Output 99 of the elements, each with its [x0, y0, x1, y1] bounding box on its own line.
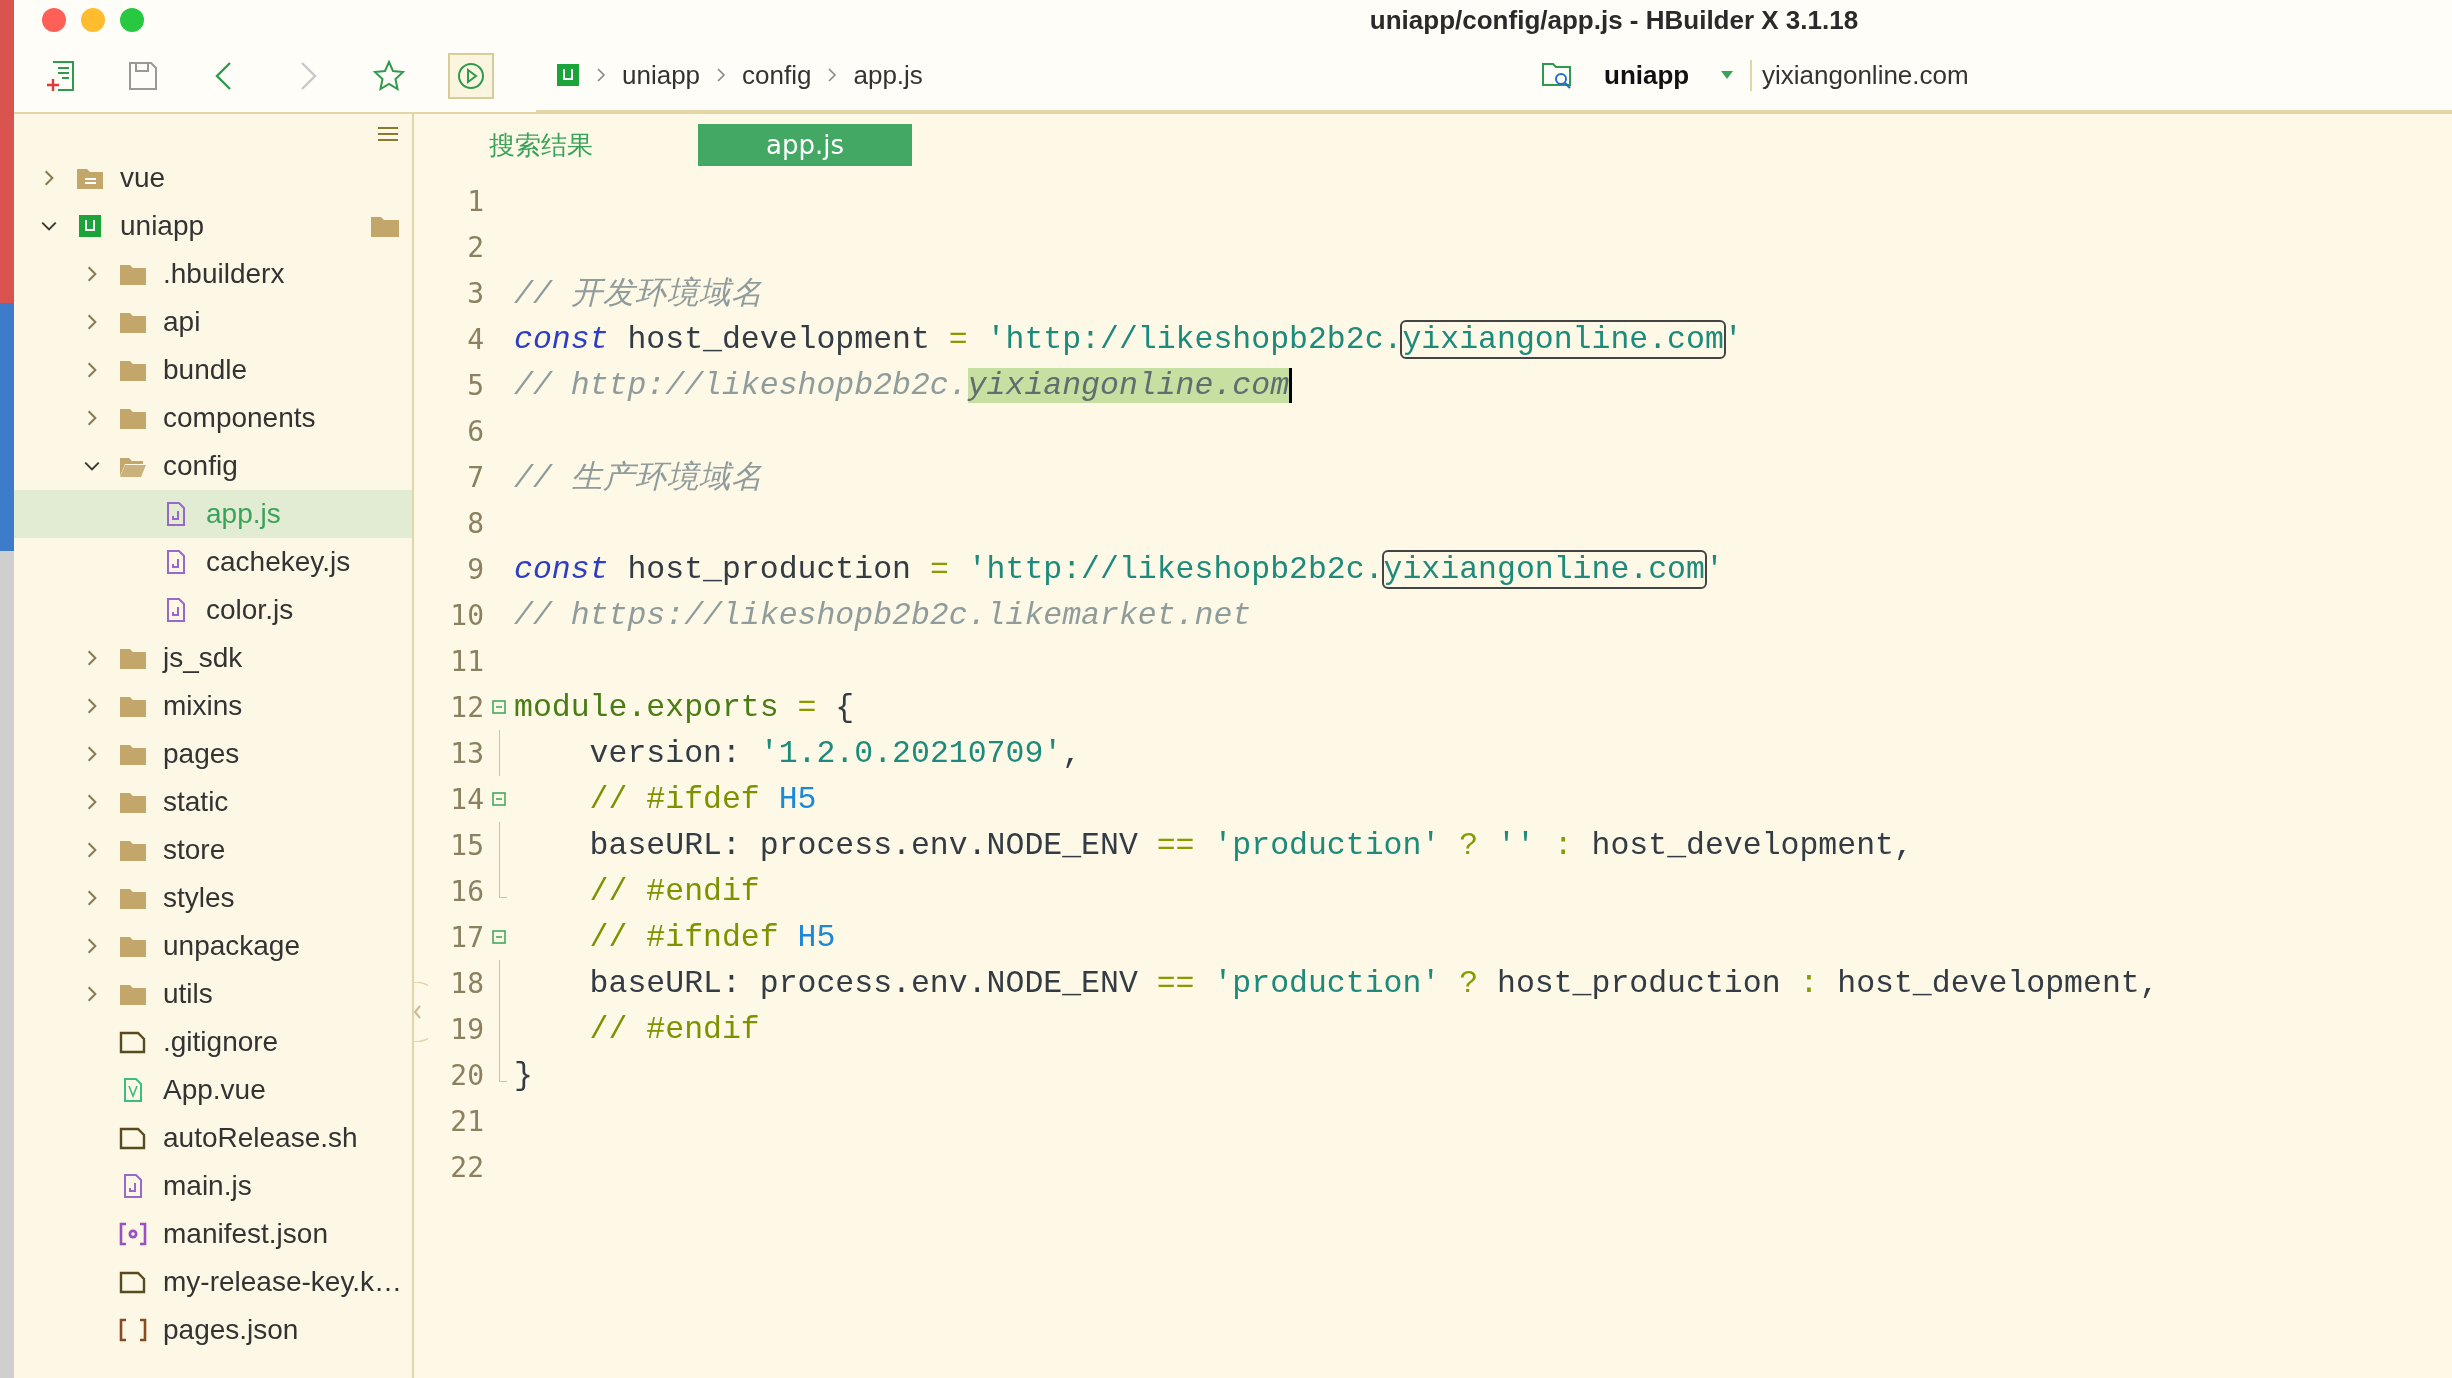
tree-item[interactable]: .hbuilderx [14, 250, 412, 298]
file-icon [119, 1270, 147, 1294]
tree-item[interactable]: main.js [14, 1162, 412, 1210]
folder-icon [119, 406, 147, 430]
line-number: 18 [449, 966, 484, 1000]
line-number: 1 [466, 184, 484, 218]
tree-item[interactable]: manifest.json [14, 1210, 412, 1258]
folder-icon [119, 694, 147, 718]
folder-icon [119, 742, 147, 766]
folder-icon [119, 838, 147, 862]
zoom-button[interactable] [120, 8, 144, 32]
tree-item[interactable]: styles [14, 874, 412, 922]
menu-icon[interactable] [378, 127, 398, 141]
line-number: 22 [449, 1150, 484, 1184]
code-line: // 生产环境域名 [514, 459, 763, 498]
line-number: 3 [466, 276, 484, 310]
tree-item[interactable]: mixins [14, 682, 412, 730]
breadcrumb-item[interactable]: config [742, 59, 812, 91]
folder-icon [119, 646, 147, 670]
code-line: const host_development = 'http://likeshopb2b2c.yixiangonline.com' [514, 321, 1743, 357]
tree-item[interactable]: my-release-key.k… [14, 1258, 412, 1306]
line-number: 8 [466, 506, 484, 540]
save-icon[interactable] [126, 59, 160, 93]
code-line: } [514, 1057, 533, 1093]
project-icon [556, 63, 580, 87]
tree-item[interactable]: utils [14, 970, 412, 1018]
tree-item[interactable]: pages.json [14, 1306, 412, 1354]
brackets-icon [119, 1318, 147, 1342]
tree-item[interactable]: App.vue [14, 1066, 412, 1114]
folder-icon [119, 262, 147, 286]
line-number: 2 [466, 230, 484, 264]
folder-icon [119, 790, 147, 814]
code-line: baseURL: process.env.NODE_ENV == 'production' ? '' : host_development, [588, 827, 1913, 863]
code-line: version: '1.2.0.20210709', [588, 735, 1082, 771]
line-number: 15 [449, 828, 484, 862]
code-line: // #ifndef H5 [588, 919, 836, 955]
line-number: 6 [466, 414, 484, 448]
chevron-right-icon [594, 66, 608, 84]
line-number: 14 [449, 782, 484, 816]
fold-icon[interactable] [492, 930, 506, 944]
breadcrumb-item[interactable]: app.js [853, 59, 923, 91]
tree-item[interactable]: uniapp [14, 202, 412, 250]
breadcrumb-item[interactable]: uniapp [622, 59, 701, 91]
line-number: 11 [449, 644, 484, 678]
folder-icon [119, 934, 147, 958]
code-line: // #endif [588, 873, 760, 909]
fold-icon[interactable] [492, 792, 506, 806]
code-line: const host_production = 'http://likeshopb2b2c.yixiangonline.com' [514, 551, 1724, 587]
folder-icon [119, 358, 147, 382]
line-number: 16 [449, 874, 484, 908]
tree-item[interactable]: components [14, 394, 412, 442]
line-number: 9 [466, 552, 484, 586]
line-number: 19 [449, 1012, 484, 1046]
tree-item[interactable]: bundle [14, 346, 412, 394]
line-number: 12 [449, 690, 484, 724]
settings-file-icon [119, 1222, 147, 1246]
tree-item[interactable]: .gitignore [14, 1018, 412, 1066]
play-icon [456, 61, 486, 91]
line-number: 20 [449, 1058, 484, 1092]
tree-item[interactable]: static [14, 778, 412, 826]
line-number: 5 [466, 368, 484, 402]
code-line: module.exports = { [514, 689, 855, 725]
folder-icon [119, 310, 147, 334]
star-icon[interactable] [372, 59, 406, 93]
line-number: 4 [466, 322, 484, 356]
line-number: 7 [466, 460, 484, 494]
line-number: 13 [449, 736, 484, 770]
tree-item[interactable]: autoRelease.sh [14, 1114, 412, 1162]
tree-item[interactable]: store [14, 826, 412, 874]
tree-item[interactable]: config [14, 442, 412, 490]
project-selector[interactable]: uniapp [1604, 59, 1704, 91]
line-number: 10 [449, 598, 484, 632]
tree-item[interactable]: vue [14, 154, 412, 202]
tree-item[interactable]: unpackage [14, 922, 412, 970]
tree-item[interactable]: api [14, 298, 412, 346]
tree-item[interactable]: cachekey.js [14, 538, 412, 586]
tree-item[interactable]: js_sdk [14, 634, 412, 682]
tree-item[interactable]: color.js [14, 586, 412, 634]
close-button[interactable] [42, 8, 66, 32]
search-field[interactable]: yixiangonline.com [1750, 59, 1969, 91]
code-line: // https://likeshopb2b2c.likemarket.net [514, 597, 1252, 633]
code-line: // 开发环境域名 [514, 275, 763, 314]
folder-icon[interactable] [370, 214, 400, 238]
folder-icon [119, 886, 147, 910]
fold-icon[interactable] [492, 700, 506, 714]
line-number: 17 [449, 920, 484, 954]
code-line: // #ifdef H5 [588, 781, 817, 817]
tree-item[interactable]: pages [14, 730, 412, 778]
dropdown-caret-icon[interactable] [1720, 70, 1734, 80]
code-line: baseURL: process.env.NODE_ENV == 'production' ? host_production : host_development, [588, 965, 2159, 1001]
project-icon [76, 214, 104, 238]
file-icon [119, 1126, 147, 1150]
file-icon [119, 1030, 147, 1054]
window-title: uniapp/config/app.js - HBuilder X 3.1.18 [1368, 4, 1860, 36]
folder-icon [76, 166, 104, 190]
run-button[interactable] [448, 53, 494, 99]
folder-icon [119, 982, 147, 1006]
code-line: // #endif [588, 1011, 760, 1047]
line-number: 21 [449, 1104, 484, 1138]
